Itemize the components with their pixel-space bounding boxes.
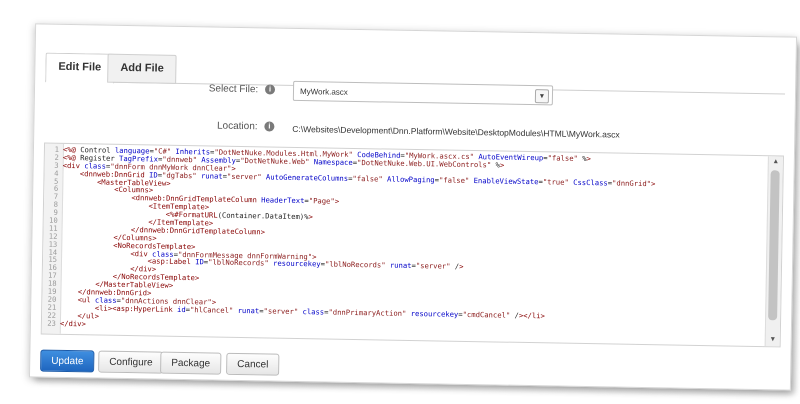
edit-file-panel: Edit File Add File Select File: i MyWork… [28, 23, 798, 391]
select-file-value: MyWork.ascx [299, 87, 348, 97]
vertical-scrollbar[interactable]: ▴ ▾ [764, 156, 783, 347]
info-icon[interactable]: i [264, 121, 275, 132]
configure-button[interactable]: Configure [98, 350, 164, 374]
chevron-down-icon[interactable]: ▾ [534, 89, 550, 104]
select-file-row: Select File: i [35, 76, 276, 100]
update-button[interactable]: Update [40, 349, 95, 373]
location-label-wrap: Location: i [217, 120, 275, 135]
location-label: Location: [216, 120, 258, 133]
scroll-up-icon[interactable]: ▴ [769, 156, 783, 168]
package-button[interactable]: Package [160, 351, 222, 375]
select-file-label: Select File: [208, 83, 259, 96]
code-content[interactable]: 1 <%@ Control language="C#" Inherits="Dot… [42, 145, 767, 340]
location-row: Location: i [34, 116, 275, 135]
location-value: C:\Websites\Development\Dnn.Platform\Web… [292, 123, 620, 140]
select-file-label-wrap: Select File: i [209, 79, 276, 100]
select-file-dropdown[interactable]: MyWork.ascx ▾ [292, 80, 554, 106]
scrollbar-thumb[interactable] [768, 170, 780, 321]
code-text: </div> [59, 318, 86, 328]
cancel-button[interactable]: Cancel [226, 352, 280, 376]
code-editor[interactable]: 1 <%@ Control language="C#" Inherits="Dot… [40, 142, 784, 348]
scroll-down-icon[interactable]: ▾ [766, 334, 780, 346]
info-icon[interactable]: i [264, 84, 276, 95]
line-number: 23 [47, 318, 57, 328]
